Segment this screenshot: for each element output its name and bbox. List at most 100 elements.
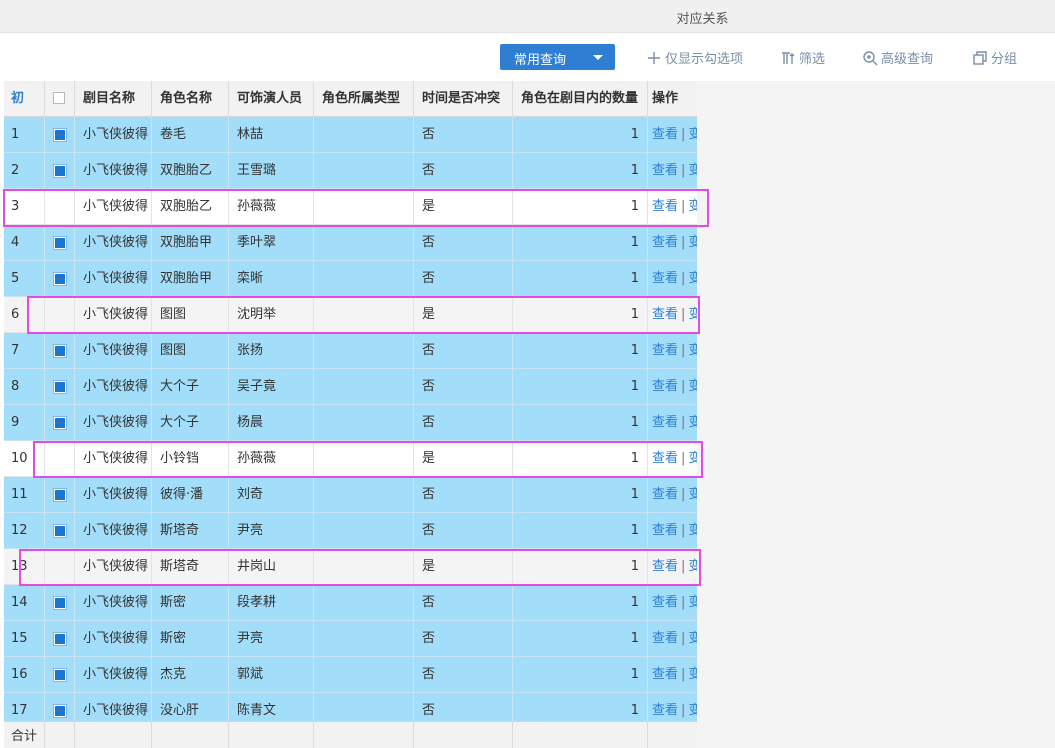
toolbar: 常用查询 仅显示勾选项 筛选 高级查询 分组 <box>0 33 1055 81</box>
ops-separator: | <box>681 343 686 358</box>
show-checked-button[interactable]: 仅显示勾选项 <box>646 48 743 67</box>
row-checkbox[interactable] <box>53 164 67 178</box>
view-link[interactable]: 查看 <box>652 595 678 610</box>
row-checkbox[interactable] <box>53 668 67 682</box>
row-select[interactable] <box>45 657 75 692</box>
table-row[interactable]: 8 小飞侠彼得 大个子 吴子竟否 1 查看 | 变 <box>4 369 697 405</box>
edit-link[interactable]: 变 <box>688 451 697 466</box>
view-link[interactable]: 查看 <box>652 307 678 322</box>
row-select[interactable] <box>45 333 75 368</box>
table-row[interactable]: 10 小飞侠彼得 小铃铛 孙薇薇是 1 查看 | 变 <box>4 441 697 477</box>
table-row[interactable]: 12 小飞侠彼得 斯塔奇 尹亮否 1 查看 | 变 <box>4 513 697 549</box>
common-query-button[interactable]: 常用查询 <box>500 44 615 70</box>
row-checkbox[interactable] <box>53 344 67 358</box>
row-checkbox[interactable] <box>53 380 67 394</box>
edit-link[interactable]: 变 <box>688 667 697 682</box>
group-button[interactable]: 分组 <box>972 48 1017 67</box>
view-link[interactable]: 查看 <box>652 667 678 682</box>
row-checkbox[interactable] <box>53 596 67 610</box>
header-index[interactable]: 初 <box>4 81 45 116</box>
table-row[interactable]: 13 小飞侠彼得 斯塔奇 井岗山是 1 查看 | 变 <box>4 549 697 585</box>
edit-link[interactable]: 变 <box>688 307 697 322</box>
select-all-checkbox[interactable] <box>53 92 65 104</box>
edit-link[interactable]: 变 <box>688 163 697 178</box>
view-link[interactable]: 查看 <box>652 415 678 430</box>
row-select[interactable] <box>45 621 75 656</box>
header-role-count[interactable]: 角色在剧目内的数量 <box>513 81 648 116</box>
edit-link[interactable]: 变 <box>688 487 697 502</box>
header-role-name[interactable]: 角色名称 <box>152 81 229 116</box>
view-link[interactable]: 查看 <box>652 271 678 286</box>
table-row[interactable]: 4 小飞侠彼得 双胞胎甲 季叶翠否 1 查看 | 变 <box>4 225 697 261</box>
row-checkbox[interactable] <box>53 236 67 250</box>
header-select-all[interactable] <box>45 81 75 116</box>
row-checkbox[interactable] <box>53 704 67 718</box>
row-select[interactable] <box>45 513 75 548</box>
view-link[interactable]: 查看 <box>652 703 678 718</box>
view-link[interactable]: 查看 <box>652 127 678 142</box>
table-row[interactable]: 9 小飞侠彼得 大个子 杨晨否 1 查看 | 变 <box>4 405 697 441</box>
row-checkbox[interactable] <box>53 632 67 646</box>
row-select[interactable] <box>45 441 75 476</box>
table-row[interactable]: 1 小飞侠彼得 卷毛 林喆否 1 查看 | 变 <box>4 117 697 153</box>
table-row[interactable]: 6 小飞侠彼得 图图 沈明举是 1 查看 | 变 <box>4 297 697 333</box>
table-row[interactable]: 3 小飞侠彼得 双胞胎乙 孙薇薇是 1 查看 | 变 <box>4 189 697 225</box>
edit-link[interactable]: 变 <box>688 595 697 610</box>
row-select[interactable] <box>45 153 75 188</box>
header-actor[interactable]: 可饰演人员 <box>229 81 314 116</box>
table-row[interactable]: 15 小飞侠彼得 斯密 尹亮否 1 查看 | 变 <box>4 621 697 657</box>
view-link[interactable]: 查看 <box>652 631 678 646</box>
advanced-query-button[interactable]: 高级查询 <box>862 48 933 67</box>
view-link[interactable]: 查看 <box>652 487 678 502</box>
row-checkbox[interactable] <box>53 488 67 502</box>
edit-link[interactable]: 变 <box>688 415 697 430</box>
table-row[interactable]: 2 小飞侠彼得 双胞胎乙 王雪璐否 1 查看 | 变 <box>4 153 697 189</box>
row-select[interactable] <box>45 549 75 584</box>
row-checkbox[interactable] <box>53 524 67 538</box>
cell-role-name: 卷毛 <box>152 117 229 152</box>
view-link[interactable]: 查看 <box>652 235 678 250</box>
edit-link[interactable]: 变 <box>688 559 697 574</box>
edit-link[interactable]: 变 <box>688 379 697 394</box>
edit-link[interactable]: 变 <box>688 631 697 646</box>
table-row[interactable]: 11 小飞侠彼得 彼得·潘 刘奇否 1 查看 | 变 <box>4 477 697 513</box>
table-row[interactable]: 16 小飞侠彼得 杰克 郭斌否 1 查看 | 变 <box>4 657 697 693</box>
header-play-name[interactable]: 剧目名称 <box>75 81 152 116</box>
row-select[interactable] <box>45 369 75 404</box>
edit-link[interactable]: 变 <box>688 199 697 214</box>
view-link[interactable]: 查看 <box>652 199 678 214</box>
row-checkbox[interactable] <box>53 128 67 142</box>
row-select[interactable] <box>45 405 75 440</box>
row-select[interactable] <box>45 189 75 224</box>
edit-link[interactable]: 变 <box>688 271 697 286</box>
row-select[interactable] <box>45 225 75 260</box>
row-checkbox[interactable] <box>53 272 67 286</box>
chevron-down-icon[interactable] <box>593 55 603 60</box>
view-link[interactable]: 查看 <box>652 451 678 466</box>
view-link[interactable]: 查看 <box>652 559 678 574</box>
row-select[interactable] <box>45 585 75 620</box>
table-row[interactable]: 14 小飞侠彼得 斯密 段孝耕否 1 查看 | 变 <box>4 585 697 621</box>
edit-link[interactable]: 变 <box>688 523 697 538</box>
table-row[interactable]: 7 小飞侠彼得 图图 张扬否 1 查看 | 变 <box>4 333 697 369</box>
edit-link[interactable]: 变 <box>688 235 697 250</box>
view-link[interactable]: 查看 <box>652 523 678 538</box>
view-link[interactable]: 查看 <box>652 343 678 358</box>
row-checkbox[interactable] <box>53 416 67 430</box>
header-time-conflict[interactable]: 时间是否冲突 <box>414 81 513 116</box>
filter-button[interactable]: 筛选 <box>780 48 825 67</box>
cell-role-type <box>314 477 414 512</box>
edit-link[interactable]: 变 <box>688 703 697 718</box>
row-select[interactable] <box>45 117 75 152</box>
view-link[interactable]: 查看 <box>652 379 678 394</box>
header-role-type[interactable]: 角色所属类型 <box>314 81 414 116</box>
table-row[interactable]: 5 小飞侠彼得 双胞胎甲 栾晰否 1 查看 | 变 <box>4 261 697 297</box>
row-select[interactable] <box>45 297 75 332</box>
edit-link[interactable]: 变 <box>688 127 697 142</box>
edit-link[interactable]: 变 <box>688 343 697 358</box>
view-link[interactable]: 查看 <box>652 163 678 178</box>
cell-actor: 井岗山 <box>229 549 314 584</box>
row-select[interactable] <box>45 261 75 296</box>
row-select[interactable] <box>45 477 75 512</box>
cell-operations: 查看 | 变 <box>648 153 697 188</box>
